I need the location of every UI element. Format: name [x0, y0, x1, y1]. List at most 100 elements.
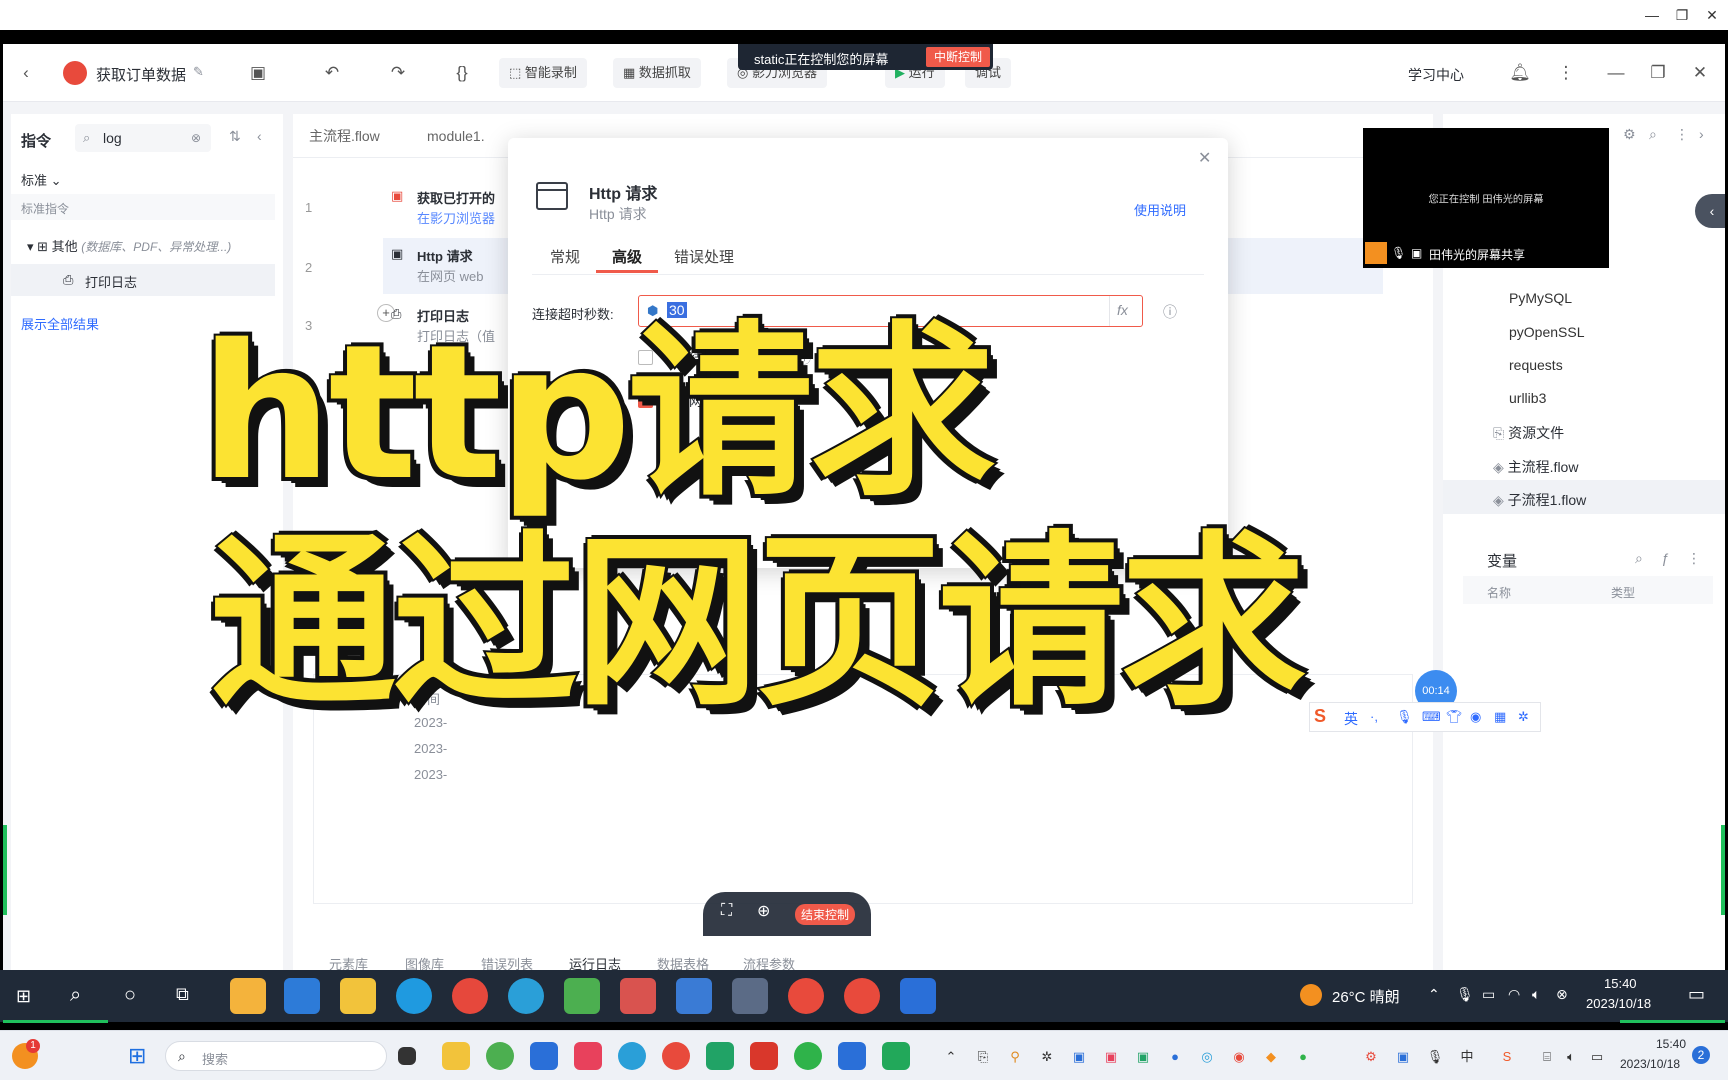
command-search-input[interactable]: ⌕ log ⊗	[75, 124, 211, 152]
tab-error-handling[interactable]: 错误处理	[674, 246, 734, 267]
app-icon[interactable]	[706, 1042, 734, 1070]
data-grab-button[interactable]: ▦ 数据抓取	[613, 58, 701, 88]
tray-chevron-icon[interactable]: ⌃	[942, 1048, 960, 1066]
file-explorer-icon[interactable]	[442, 1042, 470, 1070]
fx-icon[interactable]: ƒ	[1661, 550, 1669, 566]
bell-icon[interactable]: 🔔︎	[1507, 60, 1533, 86]
learning-center-link[interactable]: 学习中心	[1408, 65, 1464, 85]
main-flow-item[interactable]: ◈ 主流程.flow	[1493, 457, 1578, 477]
tab-advanced[interactable]: 高级	[612, 246, 642, 267]
sogou-icon[interactable]: S	[1498, 1048, 1516, 1066]
mail-icon[interactable]	[676, 978, 712, 1014]
volume-icon[interactable]: 🔈︎	[1532, 986, 1540, 1003]
more-icon[interactable]: ⋮	[1675, 126, 1689, 143]
end-control-button[interactable]: 结束控制	[795, 904, 856, 925]
tray-icon[interactable]: ◆	[1262, 1048, 1280, 1066]
taskbar-app-icon[interactable]	[230, 978, 266, 1014]
tray-icon[interactable]: ▣	[1102, 1048, 1120, 1066]
tray-icon[interactable]: ▣	[1070, 1048, 1088, 1066]
tab-main-flow[interactable]: 主流程.flow	[293, 114, 396, 158]
tray-chevron-icon[interactable]: ⌃	[1428, 986, 1440, 1003]
clock-date[interactable]: 2023/10/18	[1620, 1057, 1680, 1071]
ime-language[interactable]: 英	[1344, 709, 1358, 729]
punct-icon[interactable]: ·,	[1370, 709, 1378, 724]
wps-icon[interactable]	[750, 1042, 778, 1070]
app-minimize-icon[interactable]: —	[1603, 60, 1629, 86]
package-item[interactable]: requests	[1509, 357, 1563, 373]
chrome-icon[interactable]	[486, 1042, 514, 1070]
category-dropdown[interactable]: 标准 ⌄	[21, 170, 62, 189]
sub-flow-item[interactable]: ◈ 子流程1.flow	[1443, 480, 1725, 514]
computer-icon[interactable]	[732, 978, 768, 1014]
edit-name-icon[interactable]: ✎	[193, 64, 204, 80]
tray-icon[interactable]: ⎘	[974, 1048, 992, 1066]
dialog-close-icon[interactable]: ✕	[1198, 148, 1211, 168]
close-icon[interactable]: ✕	[1700, 4, 1724, 26]
chrome-icon[interactable]	[452, 978, 488, 1014]
smart-record-button[interactable]: ⬚ 智能录制	[499, 58, 587, 88]
restore-icon[interactable]: ❐	[1670, 4, 1694, 26]
app-icon[interactable]	[574, 1042, 602, 1070]
tray-icon[interactable]: ◉	[1230, 1048, 1248, 1066]
expand-icon[interactable]: ›	[1699, 126, 1704, 142]
tray-icon[interactable]: ⚙	[1362, 1048, 1380, 1066]
collapse-panel-icon[interactable]: ‹	[257, 128, 262, 144]
tree-item-print-log[interactable]: ⎙ 打印日志	[11, 264, 275, 296]
help-link[interactable]: 使用说明	[1134, 200, 1186, 219]
wechat-icon[interactable]	[794, 1042, 822, 1070]
rpa-icon[interactable]	[788, 978, 824, 1014]
more-icon[interactable]: ⋮	[1687, 550, 1701, 567]
info-icon[interactable]: ⓘ	[1163, 302, 1177, 322]
cortana-icon[interactable]: ○	[124, 984, 136, 1007]
battery-icon[interactable]: ▭	[1482, 986, 1495, 1003]
windows-start-icon[interactable]: ⊞	[128, 1043, 146, 1069]
settings-icon[interactable]: ⚙	[1623, 126, 1636, 143]
browser-icon[interactable]	[618, 1042, 646, 1070]
rpa-icon[interactable]	[844, 978, 880, 1014]
screen-icon[interactable]: ▣	[1411, 246, 1422, 260]
weather-text[interactable]: 26°C 晴朗	[1332, 986, 1400, 1007]
fx-button[interactable]: fx	[1117, 302, 1128, 318]
undo-icon[interactable]: ↶	[319, 60, 345, 86]
search-icon[interactable]: ⌕	[1635, 550, 1643, 567]
search-icon[interactable]: ⌕	[70, 984, 81, 1007]
ie-icon[interactable]	[284, 978, 320, 1014]
tray-icon[interactable]: ●	[1166, 1048, 1184, 1066]
file-explorer-icon[interactable]	[340, 978, 376, 1014]
network-icon[interactable]: ⌸	[1538, 1048, 1556, 1066]
mic-icon[interactable]: 🎙︎	[1456, 986, 1474, 1003]
variables-icon[interactable]: {}	[449, 60, 475, 86]
keyboard-icon[interactable]: ⌨	[1422, 709, 1441, 725]
mic-icon[interactable]: 🎙︎	[1391, 246, 1406, 260]
tray-icon[interactable]: ●	[1294, 1048, 1312, 1066]
clock-date[interactable]: 2023/10/18	[1586, 996, 1651, 1011]
skin-icon[interactable]: 👕︎	[1446, 709, 1463, 725]
grid-icon[interactable]: ▦	[1494, 709, 1506, 725]
search-icon[interactable]: ⌕	[1649, 126, 1657, 143]
git-icon[interactable]	[620, 978, 656, 1014]
save-icon[interactable]: ▣	[245, 60, 271, 86]
redo-icon[interactable]: ↷	[385, 60, 411, 86]
resource-folder[interactable]: ⎘ 资源文件	[1493, 423, 1564, 443]
volume-icon[interactable]: 🔈︎	[1562, 1048, 1580, 1066]
notification-badge[interactable]: 2	[1692, 1046, 1710, 1064]
minimize-icon[interactable]: —	[1640, 4, 1664, 26]
package-item[interactable]: pyOpenSSL	[1509, 324, 1585, 340]
show-all-results-link[interactable]: 展示全部结果	[21, 314, 99, 333]
mic-icon[interactable]: 🎙︎	[1426, 1048, 1444, 1066]
rpa-icon[interactable]	[662, 1042, 690, 1070]
browser-icon[interactable]	[508, 978, 544, 1014]
app-icon[interactable]	[564, 978, 600, 1014]
task-view-icon[interactable]	[398, 1047, 416, 1065]
mail-icon[interactable]	[530, 1042, 558, 1070]
more-icon[interactable]: ⋮	[1553, 60, 1579, 86]
tray-icon[interactable]: ▣	[1134, 1048, 1152, 1066]
tray-icon[interactable]: ◎	[1198, 1048, 1216, 1066]
taskbar-search-input[interactable]: ⌕ 搜索	[165, 1041, 387, 1071]
screen-app-icon[interactable]	[882, 1042, 910, 1070]
notification-icon[interactable]: ▭	[1688, 984, 1705, 1005]
tray-icon[interactable]: ✲	[1038, 1048, 1056, 1066]
task-view-icon[interactable]: ⧉	[176, 984, 189, 1005]
app-close-icon[interactable]: ✕	[1687, 60, 1713, 86]
interrupt-control-button[interactable]: 中断控制	[926, 47, 990, 67]
